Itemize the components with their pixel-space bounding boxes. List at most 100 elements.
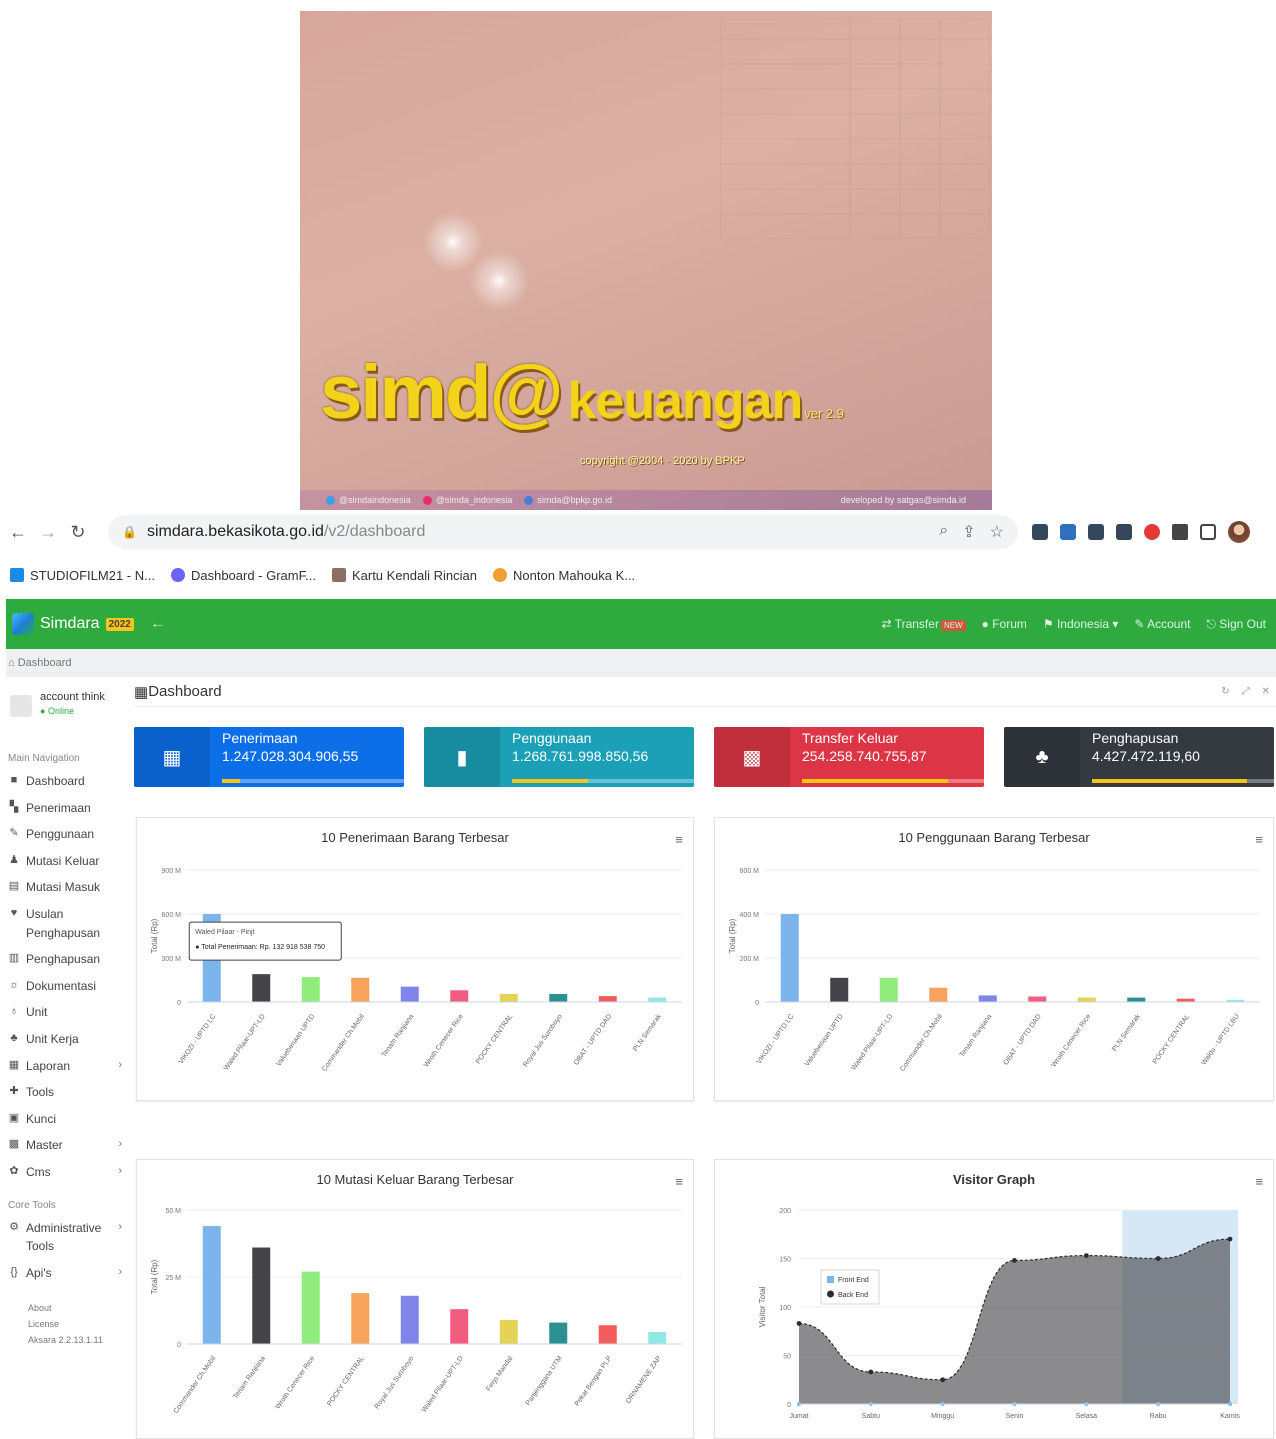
sidebar-item-label: Cms	[26, 1164, 51, 1179]
extension-monitor-icon[interactable]	[1060, 524, 1076, 540]
sidebar-item-kunci[interactable]: ▣ Kunci	[6, 1106, 128, 1133]
info-box-penghapusan[interactable]: ♣ Penghapusan 4.427.472.119,60	[1004, 727, 1274, 787]
sidebar-item-usulan-penghapusan[interactable]: ♥ Usulan Penghapusan	[6, 901, 128, 946]
sidebar-item-label: Tools	[26, 1085, 55, 1100]
app-logo[interactable]: Simdara 2022	[6, 613, 134, 635]
bookmark-item[interactable]: Nonton Mahouka K...	[493, 568, 635, 583]
x-tick-label: VIKOZI - UPTD LC	[178, 1013, 218, 1065]
transfer-menu[interactable]: ⇄ Transfer NEW	[882, 617, 966, 632]
sidebar-core-item-api-s[interactable]: {} Api's ›	[6, 1260, 128, 1287]
close-icon[interactable]: ✕	[1262, 686, 1270, 697]
back-arrow-icon[interactable]: ←	[6, 522, 30, 543]
bookmark-item[interactable]: Dashboard - GramF...	[170, 568, 316, 583]
extension-clapper-icon[interactable]	[1032, 524, 1048, 540]
bookmark-item[interactable]: Kartu Kendali Rincian	[331, 568, 477, 583]
x-tick-label: Commander Ch.Mobil	[321, 1013, 366, 1073]
sidebar-item-cms[interactable]: ✿ Cms ›	[6, 1159, 128, 1186]
language-menu[interactable]: ⚑ Indonesia ▾	[1043, 617, 1119, 632]
x-tick-label: Commander Ch.Mobil	[173, 1355, 218, 1415]
sidebar-item-tools[interactable]: ✚ Tools	[6, 1079, 128, 1106]
share-icon[interactable]: ⇪	[962, 522, 975, 542]
reload-icon[interactable]: ↻	[66, 522, 90, 543]
menu-item-icon: ▚	[9, 800, 19, 813]
chart-bar	[202, 1226, 221, 1344]
calendar-icon: ▦	[134, 727, 210, 787]
progress-bar	[222, 779, 404, 783]
forum-menu[interactable]: ● Forum	[982, 617, 1027, 632]
sidebar-item-dashboard[interactable]: ■ Dashboard	[6, 768, 128, 795]
profile-avatar[interactable]	[1228, 521, 1250, 543]
expand-icon[interactable]: ⤢	[1242, 686, 1250, 697]
splash-developer: developed by satgas@simda.id	[840, 495, 966, 505]
splash-brand-big: simd@	[320, 350, 563, 435]
sidebar-item-label: Kunci	[26, 1111, 57, 1126]
bookmark-favicon-icon	[170, 568, 185, 582]
data-point	[1083, 1253, 1089, 1258]
sidebar-core-item-administrative-tools[interactable]: ⚙ Administrative Tools ›	[6, 1215, 128, 1260]
zoom-icon[interactable]: ⌕	[939, 522, 948, 542]
chart-panel-penerimaan: 10 Penerimaan Barang Terbesar ≡ 0 300 M 60…	[136, 817, 694, 1101]
chart-bar	[252, 974, 271, 1002]
sidebar-item-mutasi-keluar[interactable]: ♟ Mutasi Keluar	[6, 848, 128, 875]
info-box-penggunaan[interactable]: ▮ Penggunaan 1.268.761.998.850,56	[424, 727, 694, 787]
y-tick-label: 0	[755, 1000, 759, 1007]
x-tick-label: Senin	[1006, 1413, 1024, 1420]
sidebar-item-laporan[interactable]: ▦ Laporan ›	[6, 1053, 128, 1080]
x-tick-label: Waled Pilaar-UPT-LD	[850, 1013, 894, 1072]
chart-bar	[978, 995, 997, 1002]
sidebar-item-label: Mutasi Masuk	[26, 880, 101, 895]
sidebar-item-dokumentasi[interactable]: ☼ Dokumentasi	[6, 973, 128, 1000]
account-menu[interactable]: ✎ Account	[1134, 617, 1190, 632]
sidebar-item-unit[interactable]: ♁ Unit	[6, 999, 128, 1026]
chart-bar	[1077, 997, 1096, 1002]
sidebar-item-unit-kerja[interactable]: ♣ Unit Kerja	[6, 1026, 128, 1053]
users-icon: ♣	[1004, 727, 1080, 787]
chart-bar	[648, 1331, 667, 1344]
extension-clapper-icon[interactable]	[1116, 524, 1132, 540]
address-bar[interactable]: 🔒 simdara.bekasikota.go.id/v2/dashboard …	[108, 515, 1018, 549]
sidebar-item-penerimaan[interactable]: ▚ Penerimaan	[6, 795, 128, 822]
star-icon[interactable]: ☆	[990, 522, 1004, 542]
y-axis-label: Total (Rp)	[728, 918, 737, 953]
top-navbar: Simdara 2022 ← ⇄ Transfer NEW ● Forum ⚑ I…	[6, 599, 1276, 649]
menu-item-icon: ▣	[8, 1111, 20, 1124]
app-window: Simdara 2022 ← ⇄ Transfer NEW ● Forum ⚑ I…	[6, 599, 1276, 1439]
forward-arrow-icon[interactable]: →	[36, 522, 60, 543]
extension-adblock-icon[interactable]	[1144, 524, 1160, 540]
sidebar-item-penghapusan[interactable]: ▥ Penghapusan	[6, 946, 128, 973]
extension-clapper-icon[interactable]	[1088, 524, 1104, 540]
window-icon[interactable]	[1200, 524, 1216, 540]
sidebar-toggle-icon[interactable]: ←	[150, 615, 166, 633]
x-tick-label: Valuebenaan UPTD	[804, 1013, 845, 1068]
x-tick-label: Kamis	[1220, 1413, 1240, 1420]
x-tick-label: OBAT - UPTD DAD	[1002, 1013, 1042, 1067]
breadcrumb-dashboard[interactable]: Dashboard	[18, 657, 72, 669]
x-tick-label: Wroth Cenecer Rice	[1051, 1013, 1093, 1069]
y-axis-label: Visitor Total	[758, 1286, 767, 1327]
legend-swatch-front-end	[827, 1276, 834, 1283]
sidebar-item-mutasi-masuk[interactable]: ▤ Mutasi Masuk	[6, 874, 128, 901]
sidebar-license-link[interactable]: License	[6, 1316, 128, 1332]
chart-mutasi-keluar: 0 25 M 50 M Total (Rp) Commander Ch.Mobil Ten…	[150, 1208, 682, 1415]
page-title: Dashboard	[148, 683, 222, 700]
info-box-transfer-keluar[interactable]: ▩ Transfer Keluar 254.258.740.755,87	[714, 727, 984, 787]
puzzle-icon[interactable]	[1172, 524, 1188, 540]
chart-tooltip	[188, 921, 342, 961]
y-tick-label: 50	[783, 1354, 791, 1361]
signout-menu[interactable]: ⎋ Sign Out	[1206, 617, 1266, 632]
simdara-logo-icon	[12, 613, 34, 635]
user-panel: account think ● Online	[6, 677, 128, 747]
refresh-icon[interactable]: ↻	[1221, 686, 1229, 697]
sidebar-item-penggunaan[interactable]: ✎ Penggunaan	[6, 821, 128, 848]
social-twitter: @simdaindonesia	[326, 495, 411, 505]
info-box-penerimaan[interactable]: ▦ Penerimaan 1.247.028.304.906,55	[134, 727, 404, 787]
sidebar-about-link[interactable]: About	[6, 1300, 128, 1316]
bookmark-item[interactable]: STUDIOFILM21 - N...	[10, 568, 155, 583]
sidebar-item-label: Unit	[26, 1005, 48, 1020]
chart-bar	[301, 1271, 320, 1344]
y-tick-label: 300 M	[162, 956, 182, 963]
sidebar-item-label: Unit Kerja	[26, 1031, 79, 1046]
chart-bar	[400, 1295, 419, 1344]
dashboard-icon: ▦	[134, 683, 149, 701]
sidebar-item-master[interactable]: ▩ Master ›	[6, 1132, 128, 1159]
